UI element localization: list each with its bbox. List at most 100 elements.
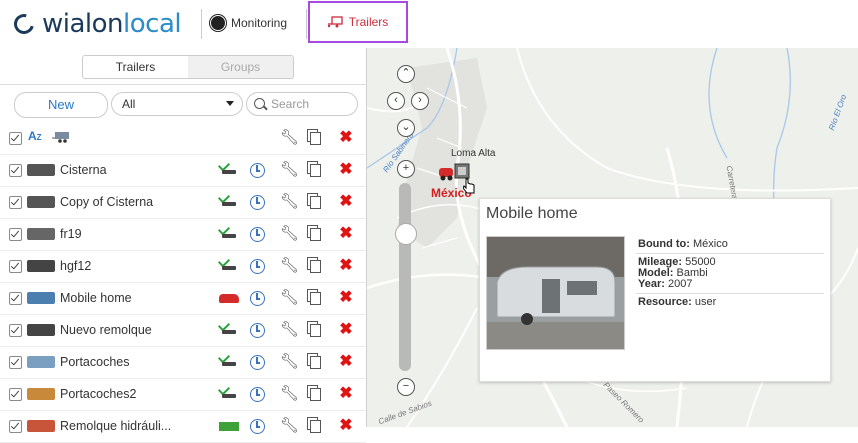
document-icon[interactable] — [310, 228, 321, 241]
trailer-row[interactable]: Portacoches 🔧︎ ✖ — [0, 347, 366, 379]
wrench-icon[interactable]: 🔧︎ — [280, 322, 299, 338]
trailer-name[interactable]: Portacoches — [60, 347, 129, 378]
trailer-thumbnail — [27, 260, 55, 272]
trailer-list: AZ 🔧︎ ✖ Cisterna 🔧︎ ✖ Copy of Cisterna 🔧︎ ✖ fr… — [0, 123, 366, 443]
zoom-slider-handle[interactable] — [395, 223, 417, 245]
nav-monitoring[interactable]: Monitoring — [210, 4, 287, 42]
document-icon[interactable] — [310, 196, 321, 209]
delete-icon[interactable]: ✖ — [338, 418, 354, 434]
delete-icon[interactable]: ✖ — [338, 386, 354, 402]
document-icon[interactable] — [310, 388, 321, 401]
wrench-icon[interactable]: 🔧︎ — [280, 354, 299, 370]
trailer-name[interactable]: Portacoches2 — [60, 379, 136, 410]
zoom-out-button[interactable]: − — [397, 378, 415, 396]
delete-icon[interactable]: ✖ — [338, 258, 354, 274]
clock-icon[interactable] — [250, 387, 265, 402]
document-icon[interactable] — [310, 164, 321, 177]
clock-icon[interactable] — [250, 291, 265, 306]
wialon-logo[interactable]: wialonlocal — [10, 9, 182, 39]
trailer-row[interactable]: Copy of Cisterna 🔧︎ ✖ — [0, 187, 366, 219]
trailer-row[interactable]: Nuevo remolque 🔧︎ ✖ — [0, 315, 366, 347]
trailer-thumbnail — [27, 196, 55, 208]
row-checkbox[interactable] — [9, 356, 22, 369]
search-icon — [254, 98, 265, 109]
list-header-row: AZ 🔧︎ ✖ — [0, 123, 366, 155]
pan-down-button[interactable]: ⌄ — [397, 119, 415, 137]
divider — [0, 84, 366, 85]
zoom-slider-track[interactable] — [399, 183, 411, 371]
trailer-thumbnail — [27, 420, 55, 432]
pan-right-button[interactable]: › — [411, 92, 429, 110]
nav-trailers[interactable]: Trailers — [308, 1, 408, 43]
trailer-name[interactable]: Mobile home — [60, 283, 132, 314]
wrench-icon[interactable]: 🔧︎ — [280, 386, 299, 402]
tab-trailers[interactable]: Trailers — [83, 56, 188, 78]
clock-icon[interactable] — [250, 195, 265, 210]
wrench-icon[interactable]: 🔧︎ — [280, 226, 299, 242]
wrench-icon[interactable]: 🔧︎ — [280, 130, 299, 146]
trailer-row[interactable]: fr19 🔧︎ ✖ — [0, 219, 366, 251]
wrench-icon[interactable]: 🔧︎ — [280, 418, 299, 434]
delete-icon[interactable]: ✖ — [338, 354, 354, 370]
trailer-thumbnail — [27, 292, 55, 304]
clock-icon[interactable] — [250, 323, 265, 338]
trailer-name[interactable]: Cisterna — [60, 155, 107, 186]
document-icon[interactable] — [310, 356, 321, 369]
new-button[interactable]: New — [14, 92, 108, 118]
delete-icon[interactable]: ✖ — [338, 290, 354, 306]
clock-icon[interactable] — [250, 163, 265, 178]
tab-groups[interactable]: Groups — [188, 56, 293, 78]
clock-icon[interactable] — [250, 227, 265, 242]
filter-select[interactable]: All — [111, 92, 243, 116]
cursor-hand-icon — [463, 178, 475, 194]
delete-icon[interactable]: ✖ — [338, 226, 354, 242]
map-view[interactable]: Río El Oro Río Sabinero Carretera Calle … — [367, 48, 858, 427]
search-input[interactable]: Search — [246, 92, 358, 116]
pan-left-button[interactable]: ‹ — [387, 92, 405, 110]
header-separator — [306, 9, 307, 39]
top-bar: wialonlocal Monitoring Trailers — [0, 0, 858, 49]
clock-icon[interactable] — [250, 355, 265, 370]
trailer-name[interactable]: Nuevo remolque — [60, 315, 152, 346]
trailer-name[interactable]: Copy of Cisterna — [60, 187, 153, 218]
trailer-row[interactable]: Cisterna 🔧︎ ✖ — [0, 155, 366, 187]
pan-up-button[interactable]: ⌃ — [397, 65, 415, 83]
trailer-type-icon[interactable] — [52, 131, 70, 143]
delete-icon[interactable]: ✖ — [338, 322, 354, 338]
bound-status-icon — [217, 223, 237, 240]
row-checkbox[interactable] — [9, 388, 22, 401]
trailer-row[interactable]: Remolque hidráuli... 🔧︎ ✖ — [0, 411, 366, 443]
row-checkbox[interactable] — [9, 196, 22, 209]
trailer-thumbnail — [27, 356, 55, 368]
delete-icon[interactable]: ✖ — [338, 130, 354, 146]
wrench-icon[interactable]: 🔧︎ — [280, 162, 299, 178]
document-icon[interactable] — [310, 324, 321, 337]
row-checkbox[interactable] — [9, 292, 22, 305]
document-icon[interactable] — [310, 132, 321, 145]
search-placeholder: Search — [271, 97, 310, 111]
document-icon[interactable] — [310, 260, 321, 273]
row-checkbox[interactable] — [9, 164, 22, 177]
clock-icon[interactable] — [250, 259, 265, 274]
delete-icon[interactable]: ✖ — [338, 162, 354, 178]
trailer-row[interactable]: Mobile home 🔧︎ ✖ — [0, 283, 366, 315]
row-checkbox[interactable] — [9, 324, 22, 337]
trailer-name[interactable]: hgf12 — [60, 251, 91, 282]
zoom-in-button[interactable]: + — [397, 160, 415, 178]
wrench-icon[interactable]: 🔧︎ — [280, 258, 299, 274]
sort-az-icon[interactable]: AZ — [28, 129, 42, 143]
chevron-down-icon — [226, 101, 234, 106]
popup-info: Bound to: México Mileage: 55000 Model: B… — [636, 236, 824, 311]
row-checkbox[interactable] — [9, 260, 22, 273]
bound-status-icon — [217, 383, 237, 400]
trailer-row[interactable]: Portacoches2 🔧︎ ✖ — [0, 379, 366, 411]
wrench-icon[interactable]: 🔧︎ — [280, 194, 299, 210]
row-checkbox[interactable] — [9, 228, 22, 241]
bound-status-icon — [217, 159, 237, 176]
trailer-name[interactable]: fr19 — [60, 219, 82, 250]
trailer-row[interactable]: hgf12 🔧︎ ✖ — [0, 251, 366, 283]
document-icon[interactable] — [310, 292, 321, 305]
delete-icon[interactable]: ✖ — [338, 194, 354, 210]
select-all-checkbox[interactable] — [9, 132, 22, 145]
wrench-icon[interactable]: 🔧︎ — [280, 290, 299, 306]
